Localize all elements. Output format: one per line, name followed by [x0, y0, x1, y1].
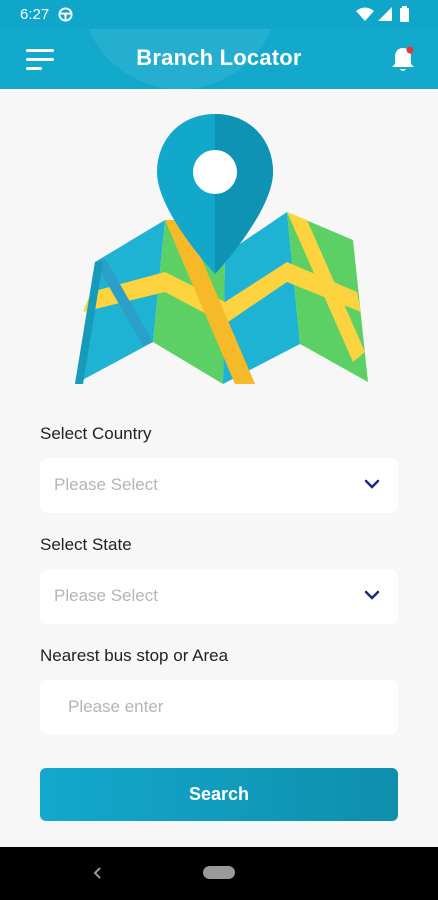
status-bar: 6:27 — [0, 0, 438, 29]
search-button[interactable]: Search — [40, 768, 398, 821]
chevron-down-icon — [364, 590, 380, 600]
country-placeholder: Please Select — [54, 475, 158, 494]
state-label: Select State — [40, 535, 132, 554]
state-select[interactable]: Please Select — [40, 569, 398, 624]
area-input[interactable]: Please enter — [40, 680, 398, 735]
wifi-icon — [356, 7, 374, 21]
steering-wheel-icon — [58, 7, 73, 22]
area-label: Nearest bus stop or Area — [40, 646, 229, 665]
back-icon[interactable] — [90, 865, 104, 881]
notification-dot — [406, 46, 414, 54]
app-bar: Branch Locator — [0, 29, 438, 89]
country-select[interactable]: Please Select — [40, 458, 398, 513]
state-placeholder: Please Select — [54, 586, 158, 605]
chevron-down-icon — [364, 479, 380, 489]
signal-icon — [378, 7, 392, 21]
page-title: Branch Locator — [136, 45, 302, 70]
battery-icon — [400, 8, 409, 22]
home-pill[interactable] — [203, 866, 235, 879]
map-pin-illustration — [75, 114, 368, 384]
area-placeholder: Please enter — [68, 697, 164, 716]
notification-bell-icon[interactable] — [390, 45, 416, 73]
system-nav-bar — [0, 847, 438, 900]
country-label: Select Country — [40, 424, 152, 443]
status-icons — [356, 6, 409, 22]
status-time: 6:27 — [20, 6, 50, 23]
